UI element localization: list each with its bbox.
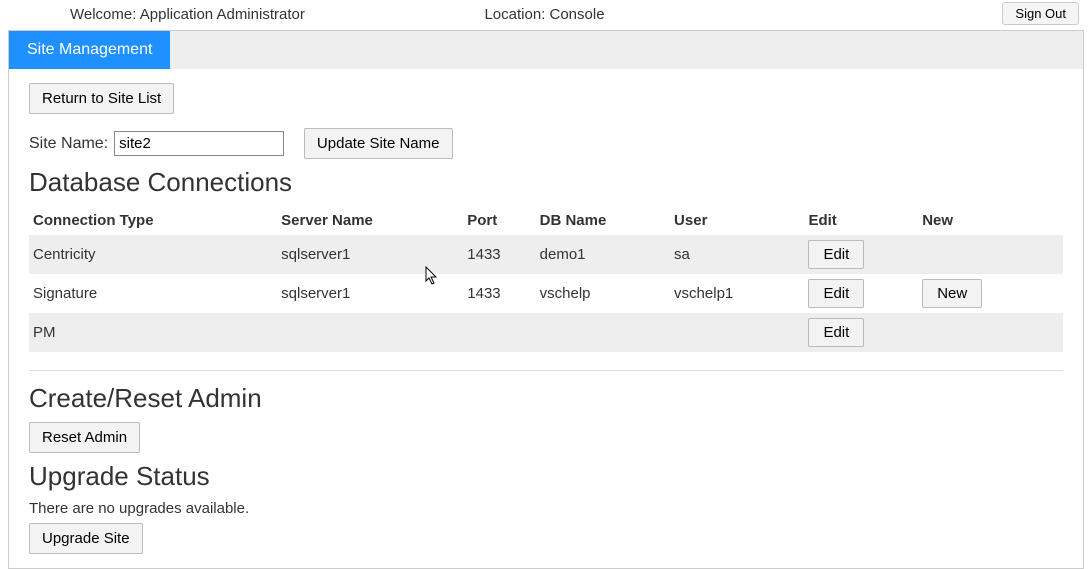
reset-admin-button[interactable]: Reset Admin [29, 422, 140, 453]
db-connections-heading: Database Connections [29, 167, 1063, 198]
site-name-label: Site Name: [29, 135, 108, 153]
cell-new [918, 313, 1063, 352]
cell-db-name: vschelp [536, 274, 670, 313]
return-to-site-list-button[interactable]: Return to Site List [29, 83, 174, 114]
cell-edit: Edit [804, 274, 918, 313]
cell-new [918, 235, 1063, 274]
upgrade-site-button[interactable]: Upgrade Site [29, 523, 143, 554]
cell-port [463, 313, 535, 352]
cell-port: 1433 [463, 274, 535, 313]
table-row: Centricitysqlserver11433demo1saEdit [29, 235, 1063, 274]
cell-user [670, 313, 804, 352]
th-server-name: Server Name [277, 206, 463, 235]
edit-button[interactable]: Edit [808, 240, 864, 269]
cell-connection-type: Signature [29, 274, 277, 313]
update-site-name-button[interactable]: Update Site Name [304, 128, 453, 159]
location-text: Location: Console [484, 6, 604, 23]
upgrade-status-heading: Upgrade Status [29, 461, 1063, 492]
cell-db-name: demo1 [536, 235, 670, 274]
th-connection-type: Connection Type [29, 206, 277, 235]
create-reset-admin-heading: Create/Reset Admin [29, 383, 1063, 414]
edit-button[interactable]: Edit [808, 318, 864, 347]
cell-server-name: sqlserver1 [277, 235, 463, 274]
sign-out-button[interactable]: Sign Out [1002, 2, 1079, 25]
cell-user: sa [670, 235, 804, 274]
db-connections-table: Connection Type Server Name Port DB Name… [29, 206, 1063, 352]
site-name-input[interactable] [114, 131, 284, 156]
th-port: Port [463, 206, 535, 235]
cell-edit: Edit [804, 313, 918, 352]
cell-server-name: sqlserver1 [277, 274, 463, 313]
table-row: Signaturesqlserver11433vschelpvschelp1Ed… [29, 274, 1063, 313]
tabbar: Site Management [9, 31, 1083, 69]
table-row: PM Edit [29, 313, 1063, 352]
tab-site-management[interactable]: Site Management [9, 31, 170, 69]
new-button[interactable]: New [922, 279, 982, 308]
th-user: User [670, 206, 804, 235]
cell-user: vschelp1 [670, 274, 804, 313]
th-edit: Edit [804, 206, 918, 235]
edit-button[interactable]: Edit [808, 279, 864, 308]
cell-connection-type: PM [29, 313, 277, 352]
upgrade-status-text: There are no upgrades available. [29, 500, 1063, 517]
cell-new: New [918, 274, 1063, 313]
cell-connection-type: Centricity [29, 235, 277, 274]
cell-server-name [277, 313, 463, 352]
th-new: New [918, 206, 1063, 235]
cell-db-name [536, 313, 670, 352]
cell-port: 1433 [463, 235, 535, 274]
cell-edit: Edit [804, 235, 918, 274]
welcome-text: Welcome: Application Administrator [70, 6, 305, 23]
th-db-name: DB Name [536, 206, 670, 235]
